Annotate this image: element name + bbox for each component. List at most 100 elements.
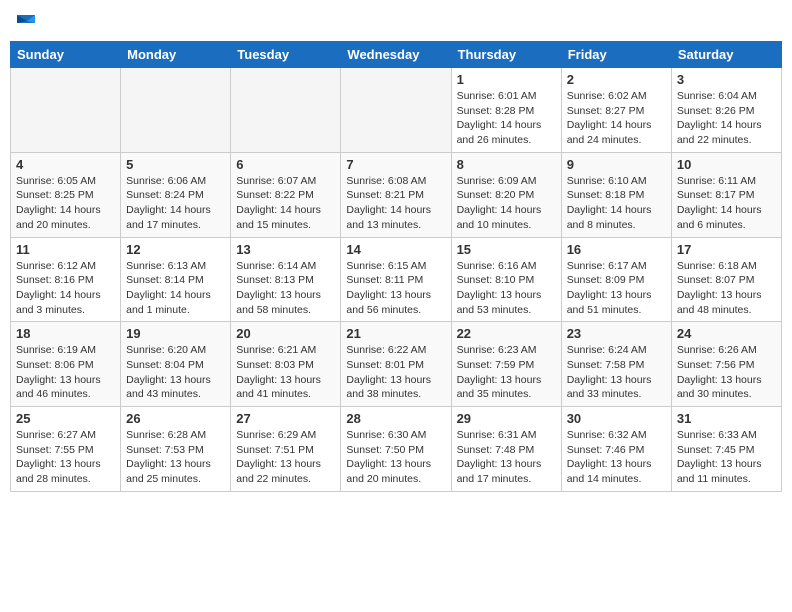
calendar-day-cell: 6 Sunrise: 6:07 AM Sunset: 8:22 PM Daylig…: [231, 152, 341, 237]
calendar-day-header: Friday: [561, 42, 671, 68]
day-info: Sunrise: 6:08 AM Sunset: 8:21 PM Dayligh…: [346, 174, 445, 233]
day-info: Sunrise: 6:07 AM Sunset: 8:22 PM Dayligh…: [236, 174, 335, 233]
calendar-header-row: SundayMondayTuesdayWednesdayThursdayFrid…: [11, 42, 782, 68]
day-number: 13: [236, 242, 335, 257]
day-number: 27: [236, 411, 335, 426]
calendar-day-header: Wednesday: [341, 42, 451, 68]
day-number: 24: [677, 326, 776, 341]
calendar-day-cell: 20 Sunrise: 6:21 AM Sunset: 8:03 PM Dayli…: [231, 322, 341, 407]
calendar-day-header: Saturday: [671, 42, 781, 68]
calendar-day-cell: 12Sunrise: 6:13 AM Sunset: 8:14 PM Dayli…: [121, 237, 231, 322]
calendar-day-cell: 27 Sunrise: 6:29 AM Sunset: 7:51 PM Dayli…: [231, 407, 341, 492]
day-info: Sunrise: 6:01 AM Sunset: 8:28 PM Dayligh…: [457, 89, 556, 148]
day-info: Sunrise: 6:24 AM Sunset: 7:58 PM Dayligh…: [567, 343, 666, 402]
day-info: Sunrise: 6:30 AM Sunset: 7:50 PM Dayligh…: [346, 428, 445, 487]
calendar-day-cell: 29 Sunrise: 6:31 AM Sunset: 7:48 PM Dayli…: [451, 407, 561, 492]
day-info: Sunrise: 6:04 AM Sunset: 8:26 PM Dayligh…: [677, 89, 776, 148]
day-number: 26: [126, 411, 225, 426]
day-info: Sunrise: 6:17 AM Sunset: 8:09 PM Dayligh…: [567, 259, 666, 318]
calendar-day-cell: 30Sunrise: 6:32 AM Sunset: 7:46 PM Dayli…: [561, 407, 671, 492]
day-number: 6: [236, 157, 335, 172]
day-number: 16: [567, 242, 666, 257]
day-info: Sunrise: 6:05 AM Sunset: 8:25 PM Dayligh…: [16, 174, 115, 233]
day-info: Sunrise: 6:21 AM Sunset: 8:03 PM Dayligh…: [236, 343, 335, 402]
calendar-day-cell: 26 Sunrise: 6:28 AM Sunset: 7:53 PM Dayli…: [121, 407, 231, 492]
day-info: Sunrise: 6:31 AM Sunset: 7:48 PM Dayligh…: [457, 428, 556, 487]
day-number: 20: [236, 326, 335, 341]
day-number: 10: [677, 157, 776, 172]
calendar-day-cell: 7 Sunrise: 6:08 AM Sunset: 8:21 PM Daylig…: [341, 152, 451, 237]
calendar-day-cell: 4 Sunrise: 6:05 AM Sunset: 8:25 PM Daylig…: [11, 152, 121, 237]
day-number: 8: [457, 157, 556, 172]
calendar-day-cell: 13 Sunrise: 6:14 AM Sunset: 8:13 PM Dayli…: [231, 237, 341, 322]
day-info: Sunrise: 6:18 AM Sunset: 8:07 PM Dayligh…: [677, 259, 776, 318]
calendar-day-header: Tuesday: [231, 42, 341, 68]
day-info: Sunrise: 6:06 AM Sunset: 8:24 PM Dayligh…: [126, 174, 225, 233]
day-number: 21: [346, 326, 445, 341]
calendar-day-cell: 19Sunrise: 6:20 AM Sunset: 8:04 PM Dayli…: [121, 322, 231, 407]
calendar-day-cell: 21 Sunrise: 6:22 AM Sunset: 8:01 PM Dayli…: [341, 322, 451, 407]
calendar-day-cell: 11 Sunrise: 6:12 AM Sunset: 8:16 PM Dayli…: [11, 237, 121, 322]
day-number: 29: [457, 411, 556, 426]
day-info: Sunrise: 6:10 AM Sunset: 8:18 PM Dayligh…: [567, 174, 666, 233]
day-info: Sunrise: 6:12 AM Sunset: 8:16 PM Dayligh…: [16, 259, 115, 318]
calendar-week-row: 18 Sunrise: 6:19 AM Sunset: 8:06 PM Dayli…: [11, 322, 782, 407]
day-number: 23: [567, 326, 666, 341]
day-number: 22: [457, 326, 556, 341]
day-number: 2: [567, 72, 666, 87]
calendar-day-cell: 31 Sunrise: 6:33 AM Sunset: 7:45 PM Dayli…: [671, 407, 781, 492]
day-number: 1: [457, 72, 556, 87]
day-number: 12: [126, 242, 225, 257]
calendar-day-cell: 22 Sunrise: 6:23 AM Sunset: 7:59 PM Dayli…: [451, 322, 561, 407]
calendar-day-cell: 8 Sunrise: 6:09 AM Sunset: 8:20 PM Daylig…: [451, 152, 561, 237]
day-info: Sunrise: 6:33 AM Sunset: 7:45 PM Dayligh…: [677, 428, 776, 487]
day-number: 31: [677, 411, 776, 426]
day-number: 17: [677, 242, 776, 257]
day-number: 15: [457, 242, 556, 257]
calendar-week-row: 11 Sunrise: 6:12 AM Sunset: 8:16 PM Dayli…: [11, 237, 782, 322]
calendar-day-header: Thursday: [451, 42, 561, 68]
day-number: 19: [126, 326, 225, 341]
day-info: Sunrise: 6:11 AM Sunset: 8:17 PM Dayligh…: [677, 174, 776, 233]
calendar-day-cell: 1 Sunrise: 6:01 AM Sunset: 8:28 PM Daylig…: [451, 68, 561, 153]
day-info: Sunrise: 6:26 AM Sunset: 7:56 PM Dayligh…: [677, 343, 776, 402]
calendar-day-cell: [121, 68, 231, 153]
calendar-day-cell: 9Sunrise: 6:10 AM Sunset: 8:18 PM Daylig…: [561, 152, 671, 237]
day-info: Sunrise: 6:02 AM Sunset: 8:27 PM Dayligh…: [567, 89, 666, 148]
day-info: Sunrise: 6:09 AM Sunset: 8:20 PM Dayligh…: [457, 174, 556, 233]
calendar-day-cell: 18 Sunrise: 6:19 AM Sunset: 8:06 PM Dayli…: [11, 322, 121, 407]
day-info: Sunrise: 6:28 AM Sunset: 7:53 PM Dayligh…: [126, 428, 225, 487]
calendar-day-header: Monday: [121, 42, 231, 68]
calendar-day-cell: 25 Sunrise: 6:27 AM Sunset: 7:55 PM Dayli…: [11, 407, 121, 492]
day-number: 3: [677, 72, 776, 87]
day-number: 18: [16, 326, 115, 341]
calendar-day-cell: 5 Sunrise: 6:06 AM Sunset: 8:24 PM Daylig…: [121, 152, 231, 237]
day-number: 4: [16, 157, 115, 172]
calendar-day-cell: 10 Sunrise: 6:11 AM Sunset: 8:17 PM Dayli…: [671, 152, 781, 237]
day-info: Sunrise: 6:15 AM Sunset: 8:11 PM Dayligh…: [346, 259, 445, 318]
calendar-day-cell: 23 Sunrise: 6:24 AM Sunset: 7:58 PM Dayli…: [561, 322, 671, 407]
calendar-day-cell: [341, 68, 451, 153]
day-info: Sunrise: 6:23 AM Sunset: 7:59 PM Dayligh…: [457, 343, 556, 402]
day-number: 11: [16, 242, 115, 257]
day-info: Sunrise: 6:14 AM Sunset: 8:13 PM Dayligh…: [236, 259, 335, 318]
day-info: Sunrise: 6:32 AM Sunset: 7:46 PM Dayligh…: [567, 428, 666, 487]
day-number: 5: [126, 157, 225, 172]
calendar-table: SundayMondayTuesdayWednesdayThursdayFrid…: [10, 41, 782, 492]
day-info: Sunrise: 6:29 AM Sunset: 7:51 PM Dayligh…: [236, 428, 335, 487]
calendar-week-row: 25 Sunrise: 6:27 AM Sunset: 7:55 PM Dayli…: [11, 407, 782, 492]
calendar-day-cell: 15Sunrise: 6:16 AM Sunset: 8:10 PM Dayli…: [451, 237, 561, 322]
calendar-week-row: 1 Sunrise: 6:01 AM Sunset: 8:28 PM Daylig…: [11, 68, 782, 153]
logo: [14, 10, 38, 31]
day-info: Sunrise: 6:22 AM Sunset: 8:01 PM Dayligh…: [346, 343, 445, 402]
day-number: 7: [346, 157, 445, 172]
day-number: 25: [16, 411, 115, 426]
calendar-day-cell: 3 Sunrise: 6:04 AM Sunset: 8:26 PM Daylig…: [671, 68, 781, 153]
day-info: Sunrise: 6:19 AM Sunset: 8:06 PM Dayligh…: [16, 343, 115, 402]
page-header: [10, 10, 782, 31]
calendar-day-cell: 16 Sunrise: 6:17 AM Sunset: 8:09 PM Dayli…: [561, 237, 671, 322]
calendar-day-cell: 28Sunrise: 6:30 AM Sunset: 7:50 PM Dayli…: [341, 407, 451, 492]
day-number: 14: [346, 242, 445, 257]
calendar-day-cell: [231, 68, 341, 153]
day-info: Sunrise: 6:27 AM Sunset: 7:55 PM Dayligh…: [16, 428, 115, 487]
